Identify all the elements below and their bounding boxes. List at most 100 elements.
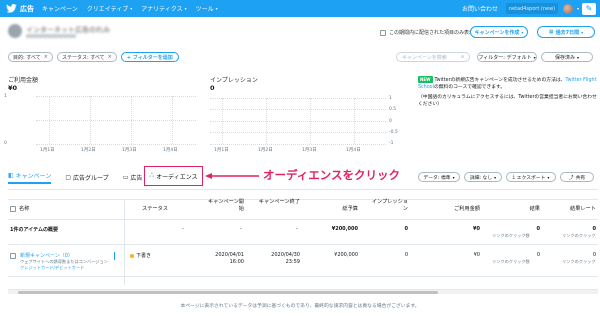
y-tick-label: 0: [389, 119, 392, 124]
ad-icon: ▭: [122, 173, 129, 181]
campaign-start-time: 16:00: [229, 259, 244, 265]
header-result-rate[interactable]: 結果レート: [566, 205, 596, 212]
summary-results: 0: [536, 226, 540, 232]
tab-ad-groups-label: 広告グループ: [73, 174, 109, 182]
campaign-rate-sub: リンクのクリック: [562, 259, 596, 264]
account-subtitle: [26, 34, 76, 38]
filter-chip-objective[interactable]: 目的: すべて ×: [8, 52, 53, 62]
active-only-label: この期間内に配信された項目のみ表示: [389, 30, 475, 36]
date-range-button[interactable]: ▦ 過去7日間 ▾: [537, 26, 595, 38]
row-divider: [8, 276, 598, 277]
tab-audiences-label: オーディエンス: [156, 173, 198, 181]
tab-ads-label: 広告: [130, 174, 143, 182]
close-icon[interactable]: ×: [44, 54, 48, 60]
top-navigation-bar: 広告 キャンペーン クリエイティブ ▾ アナリティクス ▾ ツール ▾ お問い合わせ …: [0, 0, 600, 17]
annotation-arrow-icon: [205, 173, 259, 179]
tabs-divider: [8, 189, 598, 190]
grid-line: [310, 98, 311, 144]
table-top-border: [8, 199, 598, 200]
chevron-down-icon: ▾: [533, 54, 536, 60]
export-button[interactable]: ⤓ エクスポート ▾: [506, 172, 556, 182]
nav-creatives[interactable]: クリエイティブ ▾: [87, 4, 133, 13]
tab-audiences[interactable]: ஃ オーディエンス: [144, 166, 203, 186]
account-selector[interactable]: netad4sport (new): [505, 3, 558, 14]
campaign-budget: ¥200,000: [334, 252, 358, 258]
x-tick-label: 1月3日: [302, 148, 317, 153]
grid-line: [210, 144, 386, 145]
spend-chart: [36, 96, 196, 145]
saved-filters-dropdown[interactable]: 保存済み ▾: [541, 52, 593, 62]
filter-chip-label: ステータス: すべて: [61, 54, 105, 61]
nav-campaigns[interactable]: キャンペーン: [42, 4, 78, 13]
grid-line: [36, 144, 196, 145]
twitter-ads-logo[interactable]: 広告: [6, 4, 42, 14]
campaign-start-date: 2020/04/01: [215, 252, 244, 258]
scrollbar-thumb[interactable]: [18, 291, 438, 294]
campaign-search-input[interactable]: キャンペーンを検索 ⌕: [396, 52, 470, 62]
header-end[interactable]: キャンペーン終了: [256, 199, 300, 206]
compose-icon[interactable]: ✎: [582, 2, 596, 15]
spend-metric-title: ご利用金額: [8, 77, 39, 84]
y-tick-label: 1: [389, 96, 392, 101]
share-label: 共有: [575, 175, 586, 181]
nav-tools[interactable]: ツール ▾: [196, 4, 218, 13]
avatar[interactable]: [562, 3, 573, 14]
campaign-name-link[interactable]: 新規キャンペーン（0）: [20, 252, 73, 259]
draft-status-icon: [130, 253, 134, 258]
checkbox-icon: [380, 29, 386, 36]
grid-line: [266, 98, 267, 144]
header-start[interactable]: キャンペーン開始: [204, 199, 244, 213]
data-view-label: データ: 標準: [423, 175, 451, 181]
help-link[interactable]: お問い合わせ: [462, 4, 498, 13]
add-filter-button[interactable]: + フィルターを追加: [120, 52, 179, 62]
tab-ads[interactable]: ▭ 広告: [123, 173, 143, 182]
header-status[interactable]: ステータス: [142, 205, 168, 212]
filter-chip-status[interactable]: ステータス: すべて ×: [56, 52, 117, 62]
brand-label: 広告: [20, 4, 34, 13]
header-impressions[interactable]: インプレッション: [370, 199, 408, 213]
grid-line: [222, 98, 223, 144]
summary-budget: ¥200,000: [331, 226, 358, 232]
grid-line: [90, 96, 91, 144]
y-tick-label: 0: [4, 141, 7, 146]
row-select-checkbox[interactable]: [10, 253, 16, 259]
impressions-chart: [210, 98, 386, 145]
campaign-status: 下書き: [130, 252, 151, 259]
chevron-down-icon: ▾: [547, 174, 550, 180]
tab-campaigns[interactable]: ◧ キャンペーン: [8, 171, 52, 184]
summary-rate-sub: リンクのクリック: [562, 233, 596, 238]
close-icon[interactable]: ×: [108, 54, 112, 60]
campaign-icon: ◧: [8, 171, 14, 179]
filter-default-dropdown[interactable]: フィルター: デフォルト ▾: [477, 52, 537, 62]
share-button[interactable]: ⤴ 共有: [560, 172, 594, 182]
create-campaign-button[interactable]: キャンペーンを作成 ▾: [470, 26, 528, 38]
select-all-checkbox[interactable]: [10, 205, 16, 212]
notice-text: Twitterの新規広告キャンペーンを成功させるための方法は、: [434, 78, 566, 83]
header-name[interactable]: 名称: [10, 205, 29, 212]
x-tick-label: 1月3日: [122, 148, 137, 153]
nav-analytics[interactable]: アナリティクス ▾: [141, 4, 186, 13]
horizontal-scrollbar[interactable]: [8, 289, 598, 294]
breakdown-label: 詳細: なし: [469, 175, 493, 181]
active-only-checkbox[interactable]: この期間内に配信された項目のみ表示: [380, 29, 474, 36]
summary-rate: 0: [592, 226, 596, 232]
header-results[interactable]: 結果: [520, 205, 540, 212]
campaign-rate: 0: [592, 252, 596, 258]
data-view-dropdown[interactable]: データ: 標準 ▾: [418, 172, 460, 182]
filter-default-label: フィルター: デフォルト: [478, 54, 532, 61]
notice-line: NEW Twitterの新規広告キャンペーンを成功させるための方法は、Twitte…: [418, 76, 598, 91]
search-placeholder: キャンペーンを検索: [402, 54, 447, 61]
column-divider: [124, 199, 125, 285]
grid-line: [49, 96, 50, 144]
row-menu-handle[interactable]: [114, 252, 118, 260]
header-spend[interactable]: ご利用金額: [440, 205, 480, 212]
summary-results-sub: リンクのクリック数: [492, 233, 530, 238]
ad-group-icon: ▢: [65, 173, 72, 181]
campaign-funding[interactable]: クレジットカード/デビットカード: [20, 265, 84, 271]
breakdown-dropdown[interactable]: 詳細: なし ▾: [464, 172, 502, 182]
campaign-end-time: 23:59: [285, 259, 300, 265]
header-budget[interactable]: 総予算: [330, 205, 358, 212]
tab-ad-groups[interactable]: ▢ 広告グループ: [65, 173, 108, 182]
impressions-metric-value: 0: [210, 84, 215, 92]
y-tick-label: 0.5: [389, 107, 397, 112]
